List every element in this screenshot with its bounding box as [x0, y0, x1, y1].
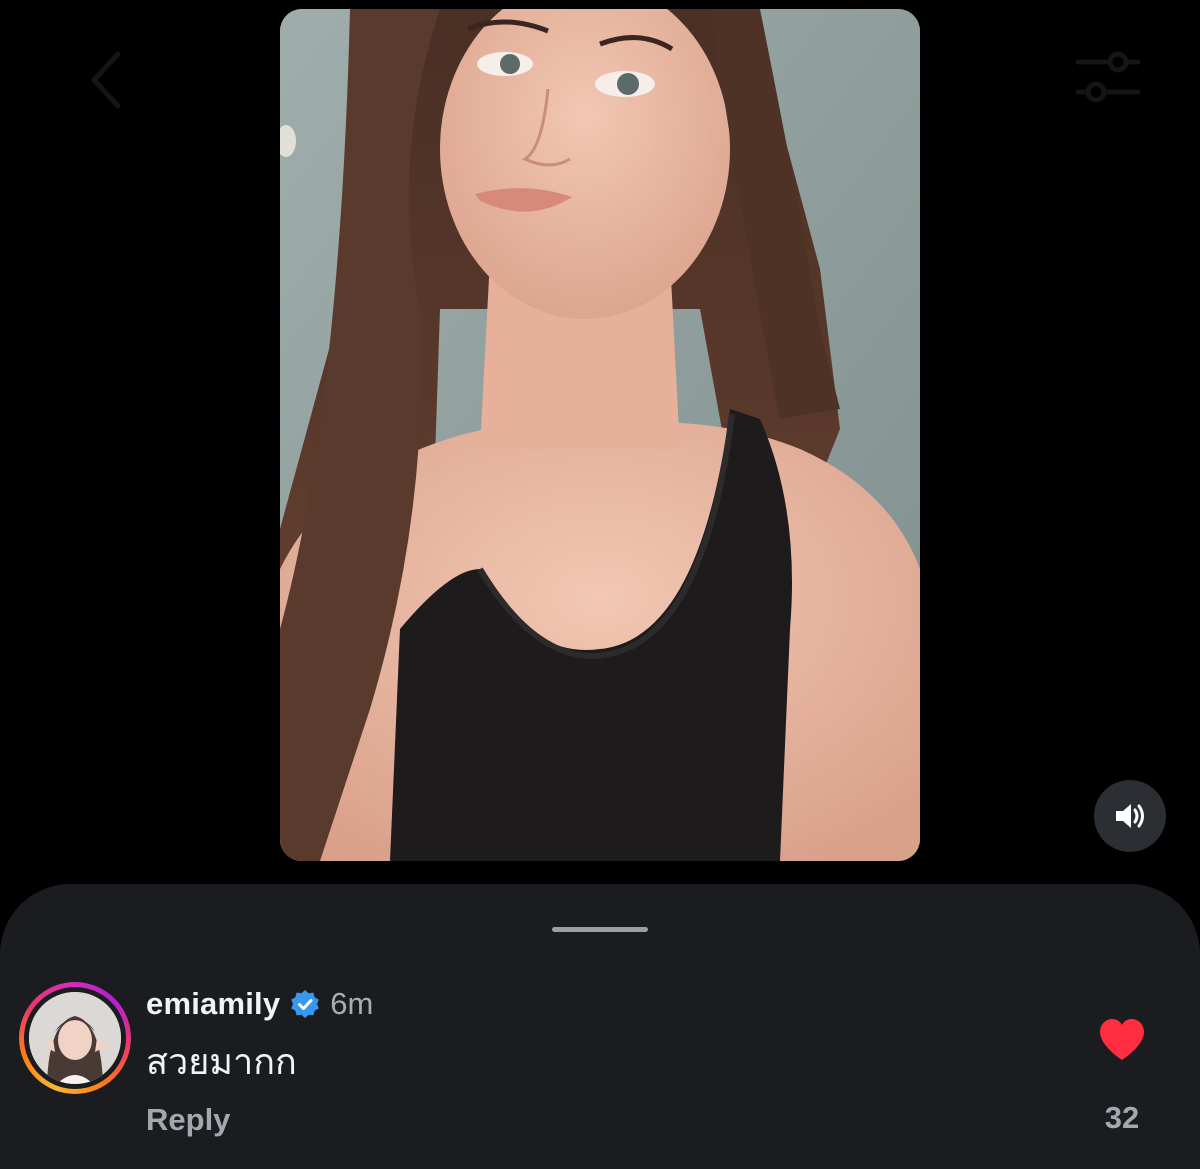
portrait-photo [280, 9, 920, 861]
reply-button[interactable]: Reply [146, 1102, 230, 1138]
comment-text: สวยมากก [146, 1041, 297, 1082]
speaker-icon [1116, 804, 1144, 828]
avatar[interactable] [19, 982, 131, 1094]
volume-button[interactable] [1094, 780, 1166, 852]
like-count: 32 [1104, 1100, 1140, 1135]
sliders-icon [1075, 51, 1141, 103]
screen: emiamily 6m สวยมากก Reply 32 [0, 0, 1200, 1169]
comments-sheet: emiamily 6m สวยมากก Reply 32 [0, 884, 1200, 1169]
comment-meta: emiamily 6m [146, 984, 373, 1024]
sheet-grabber[interactable] [552, 927, 648, 932]
filter-button[interactable] [1072, 46, 1144, 110]
comment-item: emiamily 6m สวยมากก Reply 32 [0, 980, 1200, 1160]
back-button[interactable] [80, 48, 136, 112]
comment-time: 6m [330, 986, 374, 1021]
post-media[interactable] [280, 9, 920, 861]
chevron-left-icon [91, 51, 121, 109]
verified-badge-icon [291, 990, 320, 1018]
like-button[interactable] [1098, 1018, 1146, 1062]
heart-icon [1100, 1019, 1144, 1060]
avatar-photo [29, 992, 121, 1084]
comment-username[interactable]: emiamily [146, 986, 280, 1022]
